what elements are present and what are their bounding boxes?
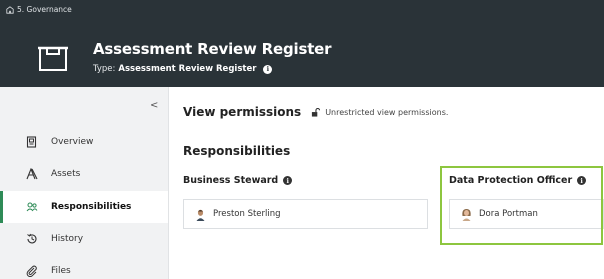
sidebar-item-history[interactable]: History [0, 223, 168, 255]
view-permissions-text: Unrestricted view permissions. [325, 107, 449, 117]
register-asset-icon [38, 46, 68, 71]
sidebar-item-responsibilities[interactable]: Responsibilities [0, 191, 168, 223]
breadcrumb-label[interactable]: 5. Governance [17, 5, 72, 14]
type-label: Type: [93, 64, 116, 74]
responsibilities-icon [26, 202, 38, 212]
role-name: Business Steward [183, 175, 279, 186]
assets-icon [26, 168, 38, 180]
role-info-icon[interactable]: i [283, 176, 293, 185]
asset-header: 5. Governance Assessment Review Register… [0, 0, 604, 87]
view-permissions-row: View permissions Unrestricted view permi… [183, 105, 448, 119]
person-name[interactable]: Preston Sterling [213, 209, 281, 219]
view-permissions-title: View permissions [183, 105, 302, 119]
sidebar-item-files[interactable]: Files [0, 255, 168, 279]
sidebar-item-assets[interactable]: Assets [0, 158, 168, 190]
sidebar: < Overview Assets Responsibilities Histo… [0, 87, 169, 279]
overview-icon [26, 136, 37, 148]
main-content: View permissions Unrestricted view permi… [169, 87, 604, 279]
unlocked-icon [312, 107, 321, 117]
avatar [196, 209, 205, 221]
files-icon [26, 265, 37, 277]
page-title: Assessment Review Register [93, 40, 332, 58]
history-icon [27, 233, 37, 244]
sidebar-item-label: History [51, 234, 84, 244]
asset-type-line: Type: Assessment Review Register i [93, 64, 273, 74]
sidebar-item-label: Assets [51, 169, 81, 179]
sidebar-item-label: Overview [51, 137, 94, 147]
sidebar-item-overview[interactable]: Overview [0, 126, 168, 158]
type-value: Assessment Review Register [118, 64, 257, 74]
person-card-business-steward[interactable]: Preston Sterling [183, 199, 428, 229]
role-header-business-steward: Business Steward i [183, 175, 293, 186]
breadcrumb[interactable]: 5. Governance [6, 5, 72, 14]
collapse-sidebar-icon[interactable]: < [150, 100, 158, 111]
domain-icon [6, 5, 14, 14]
sidebar-item-label: Files [51, 266, 71, 276]
type-info-icon[interactable]: i [263, 64, 273, 74]
highlight-frame [440, 166, 603, 245]
responsibilities-title: Responsibilities [183, 144, 291, 158]
sidebar-item-label: Responsibilities [51, 202, 132, 212]
